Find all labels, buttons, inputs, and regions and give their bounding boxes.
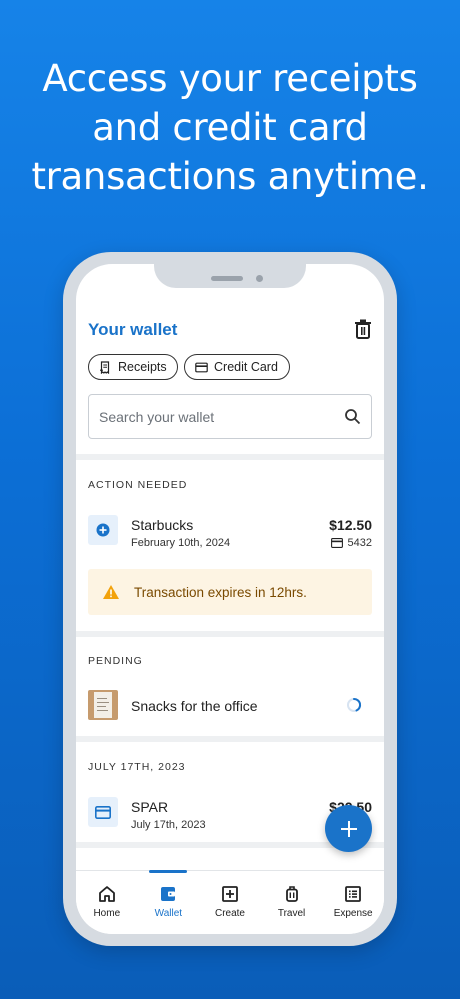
front-camera xyxy=(256,275,263,282)
search-input[interactable] xyxy=(99,408,344,425)
transaction-date: February 10th, 2024 xyxy=(131,537,231,549)
credit-card-icon xyxy=(195,362,208,372)
bottom-tab-bar: Home Wallet Create Travel Expense xyxy=(76,870,384,934)
credit-card-icon xyxy=(88,797,118,827)
tab-label: Wallet xyxy=(154,908,183,919)
tab-create[interactable]: Create xyxy=(199,871,261,934)
tab-label: Create xyxy=(214,908,245,919)
phone-screen: Your wallet Receipts Credit Card Search … xyxy=(76,264,384,934)
section-divider xyxy=(76,454,384,460)
expiry-warning-banner: Transaction expires in 12hrs. xyxy=(88,569,372,615)
transaction-date: July 17th, 2023 xyxy=(131,819,206,831)
card-reference: 5432 xyxy=(330,537,372,549)
credit-card-icon xyxy=(330,538,343,548)
filter-credit-card-label: Credit Card xyxy=(214,360,278,374)
wallet-icon xyxy=(161,887,176,901)
pending-title: Snacks for the office xyxy=(131,698,258,714)
merchant-name: SPAR xyxy=(131,799,169,815)
expense-list-icon xyxy=(345,886,362,902)
headline-line-3: transactions anytime. xyxy=(31,155,429,198)
warning-text: Transaction expires in 12hrs. xyxy=(134,584,307,600)
speaker-grille xyxy=(211,276,243,281)
filter-receipts-label: Receipts xyxy=(118,360,167,374)
tab-label: Home xyxy=(93,908,121,919)
receipt-thumbnail xyxy=(88,690,118,720)
section-divider xyxy=(76,736,384,742)
tab-travel[interactable]: Travel xyxy=(261,871,323,934)
section-pending-label: PENDING xyxy=(88,655,143,667)
filter-credit-card-chip[interactable]: Credit Card xyxy=(184,354,290,380)
card-last4: 5432 xyxy=(347,537,372,549)
section-divider xyxy=(76,631,384,637)
active-tab-indicator xyxy=(149,870,188,873)
tab-label: Expense xyxy=(333,908,373,919)
filter-receipts-chip[interactable]: Receipts xyxy=(88,354,178,380)
home-icon xyxy=(98,886,115,902)
headline: Access your receipts and credit card tra… xyxy=(0,54,460,201)
section-date-label: JULY 17TH, 2023 xyxy=(88,761,186,773)
trash-icon[interactable] xyxy=(354,319,372,339)
merchant-name: Starbucks xyxy=(131,517,194,533)
receipt-icon xyxy=(100,360,110,374)
add-circle-icon[interactable] xyxy=(88,515,118,545)
transaction-amount: $12.50 xyxy=(329,517,372,533)
tab-label: Travel xyxy=(277,908,306,919)
search-icon[interactable] xyxy=(344,408,361,425)
luggage-icon xyxy=(285,886,298,902)
headline-line-1: Access your receipts xyxy=(42,57,418,100)
plus-icon xyxy=(340,820,357,837)
add-button[interactable] xyxy=(325,805,372,852)
tab-expense[interactable]: Expense xyxy=(322,871,384,934)
phone-notch xyxy=(154,264,306,288)
tab-wallet[interactable]: Wallet xyxy=(138,870,200,934)
headline-line-2: and credit card xyxy=(92,106,368,149)
page-title: Your wallet xyxy=(88,320,178,339)
search-box[interactable] xyxy=(88,394,372,439)
loading-spinner-icon xyxy=(347,697,362,712)
warning-icon xyxy=(103,585,119,599)
tab-home[interactable]: Home xyxy=(76,871,138,934)
add-box-icon xyxy=(222,886,238,902)
section-action-needed-label: ACTION NEEDED xyxy=(88,479,188,491)
